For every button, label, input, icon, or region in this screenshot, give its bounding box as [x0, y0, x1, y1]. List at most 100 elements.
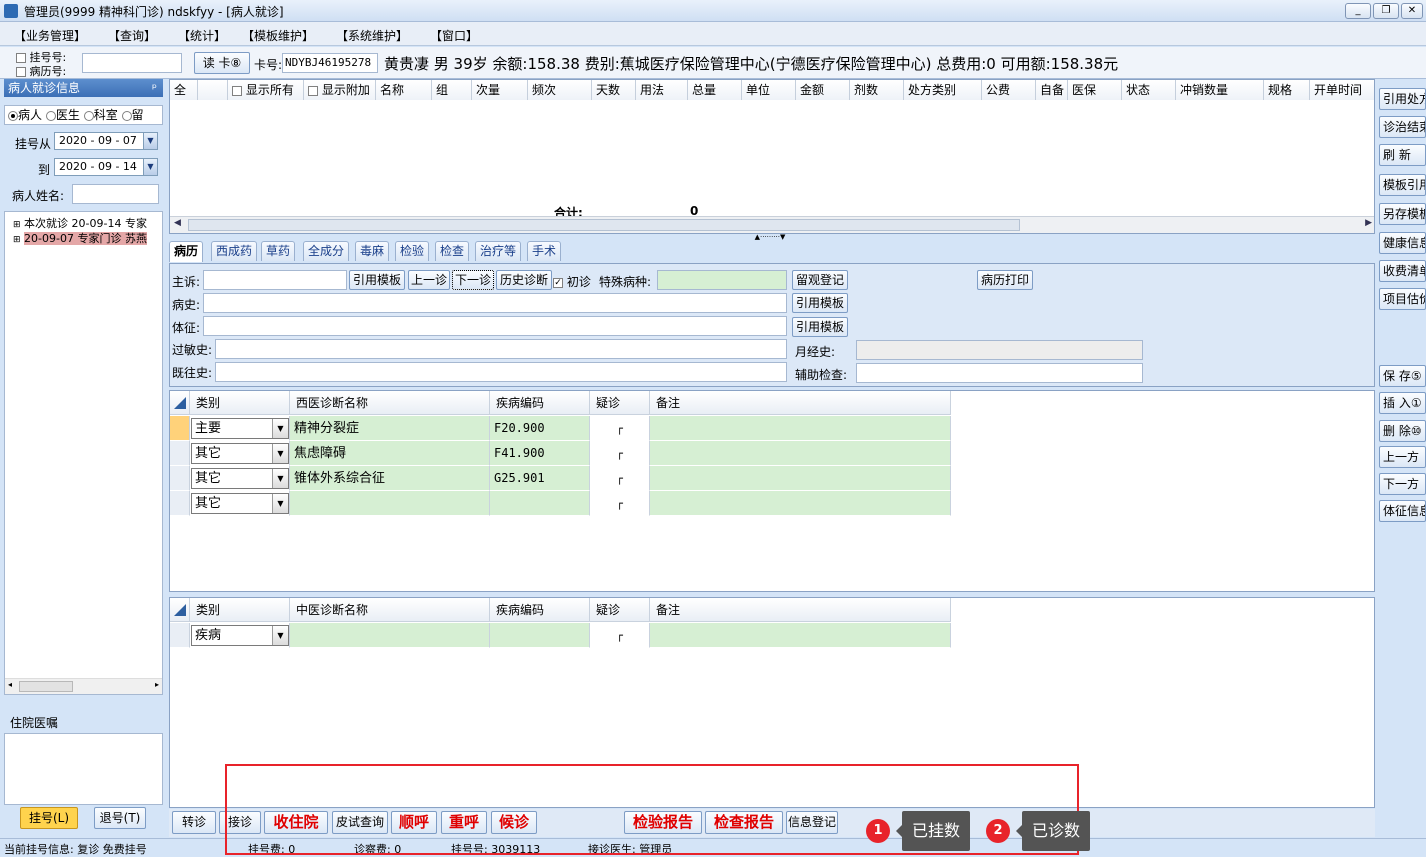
- tab-lab[interactable]: 检验: [395, 241, 430, 261]
- past-history-input[interactable]: [215, 362, 787, 382]
- pin-icon[interactable]: ᵖ: [152, 79, 157, 97]
- finish-visit-button[interactable]: 诊治结束: [1379, 116, 1426, 138]
- radio-dept[interactable]: [83, 110, 94, 121]
- menses-input[interactable]: [856, 340, 1143, 360]
- col-insurance[interactable]: 医保: [1068, 80, 1122, 100]
- row-selector[interactable]: [170, 441, 190, 466]
- col-days[interactable]: 天数: [592, 80, 636, 100]
- scroll-thumb[interactable]: [19, 681, 73, 692]
- splitter-handle[interactable]: ▲·········▼: [738, 234, 802, 241]
- tree-item-history[interactable]: ⊞ 20-09-07 专家门诊 苏燕: [13, 230, 147, 246]
- col-diag-name[interactable]: 西医诊断名称: [290, 391, 490, 415]
- menu-query[interactable]: 【查询】: [108, 27, 156, 44]
- first-visit-checkbox[interactable]: ✓: [553, 277, 563, 288]
- menu-template[interactable]: 【模板维护】: [242, 27, 314, 44]
- type-combo[interactable]: 疾病 ▼: [191, 625, 289, 646]
- delete-button[interactable]: 删 除⑩: [1379, 420, 1426, 442]
- tab-exam[interactable]: 检查: [435, 241, 470, 261]
- code-cell[interactable]: [490, 623, 590, 648]
- type-cell[interactable]: 其它 ▼: [190, 491, 290, 516]
- col-type[interactable]: 类别: [190, 598, 290, 622]
- col-doubt[interactable]: 疑诊: [590, 598, 650, 622]
- menu-window[interactable]: 【窗口】: [430, 27, 478, 44]
- diag-name-cell[interactable]: 焦虑障碍: [290, 441, 490, 466]
- chevron-down-icon[interactable]: ▼: [143, 159, 157, 175]
- history-input[interactable]: [203, 293, 787, 313]
- col-rx-type[interactable]: 处方类别: [904, 80, 982, 100]
- read-card-button[interactable]: 读 卡⑧: [194, 52, 250, 74]
- col-spec[interactable]: 规格: [1264, 80, 1310, 100]
- col-amount[interactable]: 金额: [796, 80, 850, 100]
- col-doses[interactable]: 剂数: [850, 80, 904, 100]
- scroll-right-icon[interactable]: ▸: [155, 680, 159, 689]
- col-remark[interactable]: 备注: [650, 598, 951, 622]
- chevron-down-icon[interactable]: ▼: [272, 469, 288, 488]
- estimate-button[interactable]: 项目估价: [1379, 288, 1426, 310]
- chevron-down-icon[interactable]: ▼: [272, 444, 288, 463]
- col-writeoff[interactable]: 冲销数量: [1176, 80, 1264, 100]
- chevron-down-icon[interactable]: ▼: [143, 133, 157, 149]
- col-group[interactable]: 组: [432, 80, 472, 100]
- type-combo[interactable]: 主要 ▼: [191, 418, 289, 439]
- remark-cell[interactable]: [650, 491, 951, 516]
- expand-icon[interactable]: ⊞: [13, 235, 21, 245]
- chevron-down-icon[interactable]: ▼: [272, 494, 288, 513]
- rx-grid-hscrollbar[interactable]: ◀ ▶: [170, 216, 1374, 233]
- col-show-extra[interactable]: 显示附加: [304, 80, 376, 100]
- complaint-input[interactable]: [203, 270, 347, 290]
- tree-hscrollbar[interactable]: ◂ ▸: [5, 678, 162, 694]
- col-public[interactable]: 公费: [982, 80, 1036, 100]
- col-total[interactable]: 总量: [688, 80, 742, 100]
- type-combo[interactable]: 其它 ▼: [191, 468, 289, 489]
- record-no-option[interactable]: 病历号:: [16, 63, 66, 79]
- health-info-button[interactable]: 健康信息: [1379, 232, 1426, 254]
- remark-cell[interactable]: [650, 441, 951, 466]
- menu-stats[interactable]: 【统计】: [178, 27, 226, 44]
- sign-input[interactable]: [203, 316, 787, 336]
- insert-button[interactable]: 插 入①: [1379, 392, 1426, 414]
- col-type[interactable]: 类别: [190, 391, 290, 415]
- first-visit-option[interactable]: ✓ 初诊: [553, 273, 591, 290]
- col-self[interactable]: 自备: [1036, 80, 1068, 100]
- cite-template-button-2[interactable]: 引用模板: [792, 293, 848, 313]
- doubt-checkbox[interactable]: ┌: [590, 441, 650, 466]
- radio-stay[interactable]: [121, 110, 132, 121]
- col-open-time[interactable]: 开单时间: [1310, 80, 1374, 100]
- col-all[interactable]: 全: [170, 80, 198, 100]
- doubt-checkbox[interactable]: ┌: [590, 623, 650, 648]
- reg-no-checkbox[interactable]: [16, 53, 26, 63]
- col-doubt[interactable]: 疑诊: [590, 391, 650, 415]
- menu-system[interactable]: 【系统维护】: [336, 27, 408, 44]
- radio-patient[interactable]: [8, 110, 18, 121]
- doubt-checkbox[interactable]: ┌: [590, 416, 650, 441]
- radio-doctor[interactable]: [45, 110, 56, 121]
- remark-cell[interactable]: [650, 416, 951, 441]
- record-no-checkbox[interactable]: [16, 67, 26, 77]
- observe-register-button[interactable]: 留观登记: [792, 270, 848, 290]
- card-no-input[interactable]: NDYBJ46195278: [282, 53, 378, 73]
- scroll-thumb[interactable]: [188, 219, 1020, 231]
- scroll-left-icon[interactable]: ◀: [174, 218, 181, 228]
- minimize-button[interactable]: _: [1345, 3, 1371, 19]
- tab-treatment[interactable]: 治疗等: [475, 241, 522, 261]
- tab-full-ingredient[interactable]: 全成分: [303, 241, 350, 261]
- aux-exam-input[interactable]: [856, 363, 1143, 383]
- col-unit[interactable]: 单位: [742, 80, 796, 100]
- col-remark[interactable]: 备注: [650, 391, 951, 415]
- type-cell[interactable]: 其它 ▼: [190, 441, 290, 466]
- doubt-checkbox[interactable]: ┌: [590, 491, 650, 516]
- cite-template-button-3[interactable]: 引用模板: [792, 317, 848, 337]
- diag-name-cell[interactable]: 精神分裂症: [290, 416, 490, 441]
- type-cell[interactable]: 其它 ▼: [190, 466, 290, 491]
- diag-name-cell[interactable]: [290, 491, 490, 516]
- cite-template-button[interactable]: 引用模板: [349, 270, 405, 290]
- prev-rx-button[interactable]: 上一方: [1379, 446, 1426, 468]
- type-combo[interactable]: 其它 ▼: [191, 493, 289, 514]
- tab-surgery[interactable]: 手术: [527, 241, 562, 261]
- reg-from-date[interactable]: 2020 - 09 - 07 ▼: [54, 132, 158, 150]
- close-button[interactable]: ✕: [1401, 3, 1423, 19]
- next-rx-button[interactable]: 下一方: [1379, 473, 1426, 495]
- expand-icon[interactable]: ⊞: [13, 220, 21, 230]
- vital-info-button[interactable]: 体征信息: [1379, 500, 1426, 522]
- restore-button[interactable]: ❐: [1373, 3, 1399, 19]
